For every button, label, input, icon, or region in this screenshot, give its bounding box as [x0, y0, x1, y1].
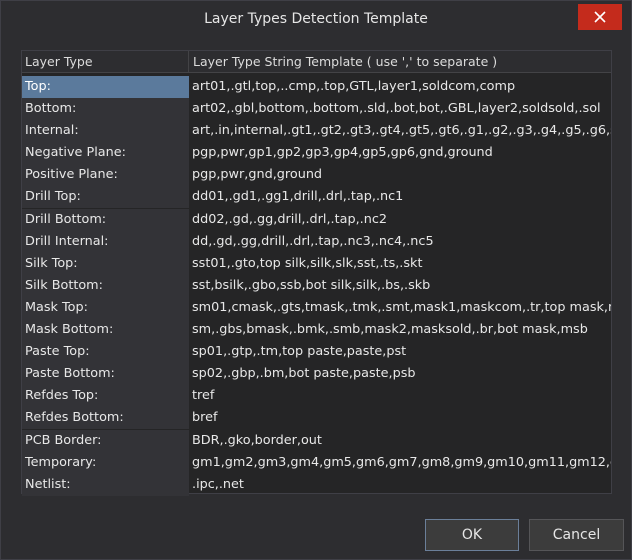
table-row[interactable]: Positive Plane: pgp,pwr,gnd,ground [22, 164, 611, 187]
table-row[interactable]: Drill Internal: dd,.gd,.gg,drill,.drl,.ta… [22, 230, 611, 253]
table-row[interactable]: Top: art01,.gtl,top,..cmp,.top,GTL,layer1… [22, 76, 611, 98]
layer-type-cell[interactable]: Paste Top: [22, 341, 189, 364]
layer-type-cell[interactable]: Refdes Bottom: [22, 407, 189, 430]
template-cell[interactable]: pgp,pwr,gp1,gp2,gp3,gp4,gp5,gp6,gnd,grou… [192, 142, 611, 164]
table-row[interactable]: Drill Top: dd01,.gd1,.gg1,drill,.drl,.tap… [22, 186, 611, 209]
column-header-template[interactable]: Layer Type String Template ( use ',' to … [189, 51, 611, 73]
template-cell[interactable]: BDR,.gko,border,out [192, 430, 611, 452]
column-header-layer-type[interactable]: Layer Type [22, 51, 189, 73]
layer-type-cell[interactable]: Silk Top: [22, 252, 189, 275]
table-row[interactable]: Netlist: .ipc,.net [22, 473, 611, 496]
layer-type-cell[interactable]: Paste Bottom: [22, 363, 189, 386]
table-row[interactable]: Silk Top: sst01,.gto,top silk,silk,slk,ss… [22, 252, 611, 275]
template-cell[interactable]: sst,bsilk,.gbo,ssb,bot silk,silk,.bs,.sk… [192, 275, 611, 297]
title-bar[interactable]: Layer Types Detection Template [1, 1, 631, 37]
table-row[interactable]: Refdes Top: tref [22, 385, 611, 408]
template-cell[interactable]: art02,.gbl,bottom,.bottom,.sld,.bot,bot,… [192, 98, 611, 120]
table-row[interactable]: Negative Plane: pgp,pwr,gp1,gp2,gp3,gp4,g… [22, 142, 611, 165]
table-row[interactable]: Silk Bottom: sst,bsilk,.gbo,ssb,bot silk,… [22, 274, 611, 297]
layer-type-cell[interactable]: Mask Bottom: [22, 319, 189, 342]
template-cell[interactable]: pgp,pwr,gnd,ground [192, 164, 611, 186]
template-cell[interactable]: sp02,.gbp,.bm,bot paste,paste,psb [192, 363, 611, 385]
table-row[interactable]: PCB Border: BDR,.gko,border,out [22, 429, 611, 452]
template-cell[interactable]: tref [192, 385, 611, 407]
ok-button[interactable]: OK [425, 519, 519, 551]
layer-type-cell[interactable]: Top: [22, 76, 189, 98]
template-cell[interactable]: sm01,cmask,.gts,tmask,.tmk,.smt,mask1,ma… [192, 297, 611, 319]
template-cell[interactable]: sst01,.gto,top silk,silk,slk,sst,.ts,.sk… [192, 253, 611, 275]
table-row[interactable]: Bottom: art02,.gbl,bottom,.bottom,.sld,.b… [22, 98, 611, 121]
close-icon [594, 11, 606, 23]
layer-type-cell[interactable]: Mask Top: [22, 296, 189, 319]
grid-rows: Top: art01,.gtl,top,..cmp,.top,GTL,layer1… [22, 76, 611, 496]
layer-type-cell[interactable]: Drill Top: [22, 186, 189, 209]
table-row[interactable]: Mask Bottom: sm,.gbs,bmask,.bmk,.smb,mask… [22, 319, 611, 342]
grid-header: Layer Type Layer Type String Template ( … [22, 51, 611, 73]
layer-type-cell[interactable]: Temporary: [22, 451, 189, 474]
layer-type-cell[interactable]: Positive Plane: [22, 164, 189, 187]
template-cell[interactable]: gm1,gm2,gm3,gm4,gm5,gm6,gm7,gm8,gm9,gm10… [192, 452, 611, 474]
close-button[interactable] [578, 4, 622, 30]
template-cell[interactable]: dd01,.gd1,.gg1,drill,.drl,.tap,.nc1 [192, 186, 611, 208]
table-row[interactable]: Temporary: gm1,gm2,gm3,gm4,gm5,gm6,gm7,gm… [22, 451, 611, 474]
template-cell[interactable]: bref [192, 407, 611, 429]
layer-type-cell[interactable]: PCB Border: [22, 429, 189, 452]
template-cell[interactable]: sm,.gbs,bmask,.bmk,.smb,mask2,masksold,.… [192, 319, 611, 341]
layer-type-cell[interactable]: Netlist: [22, 473, 189, 496]
table-row[interactable]: Refdes Bottom: bref [22, 407, 611, 430]
layer-type-cell[interactable]: Drill Internal: [22, 230, 189, 253]
template-cell[interactable]: art01,.gtl,top,..cmp,.top,GTL,layer1,sol… [192, 76, 611, 98]
layer-template-grid: Layer Type Layer Type String Template ( … [21, 50, 612, 496]
template-cell[interactable]: .ipc,.net [192, 474, 611, 496]
layer-type-cell[interactable]: Internal: [22, 120, 189, 143]
layer-type-cell[interactable]: Bottom: [22, 98, 189, 121]
dialog-window: Layer Types Detection Template Layer Typ… [0, 0, 632, 560]
template-cell[interactable]: dd02,.gd,.gg,drill,.drl,.tap,.nc2 [192, 209, 611, 231]
table-row[interactable]: Internal: art,.in,internal,.gt1,.gt2,.gt3… [22, 120, 611, 143]
table-row[interactable]: Paste Top: sp01,.gtp,.tm,top paste,paste,… [22, 341, 611, 364]
table-row[interactable]: Mask Top: sm01,cmask,.gts,tmask,.tmk,.smt… [22, 296, 611, 319]
layer-type-cell[interactable]: Negative Plane: [22, 142, 189, 165]
template-cell[interactable]: art,.in,internal,.gt1,.gt2,.gt3,.gt4,.gt… [192, 120, 611, 142]
layer-type-cell[interactable]: Drill Bottom: [22, 208, 189, 231]
window-title: Layer Types Detection Template [204, 11, 428, 27]
layer-type-cell[interactable]: Silk Bottom: [22, 274, 189, 297]
template-cell[interactable]: sp01,.gtp,.tm,top paste,paste,pst [192, 341, 611, 363]
cancel-button[interactable]: Cancel [529, 519, 624, 551]
table-row[interactable]: Paste Bottom: sp02,.gbp,.bm,bot paste,pas… [22, 363, 611, 386]
template-cell[interactable]: dd,.gd,.gg,drill,.drl,.tap,.nc3,.nc4,.nc… [192, 231, 611, 253]
table-row[interactable]: Drill Bottom: dd02,.gd,.gg,drill,.drl,.ta… [22, 208, 611, 231]
layer-type-cell[interactable]: Refdes Top: [22, 385, 189, 408]
